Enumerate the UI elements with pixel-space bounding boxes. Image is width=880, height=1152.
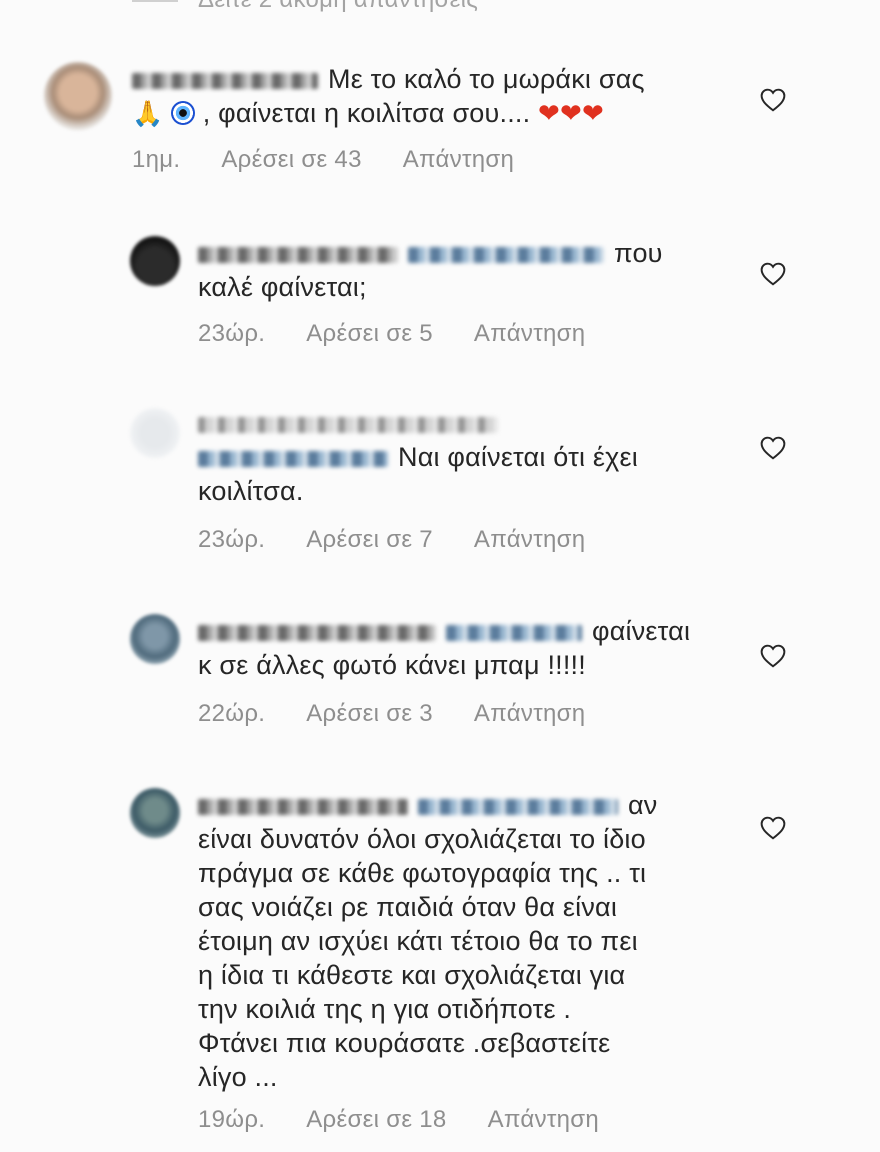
pray-emoji: 🙏 bbox=[132, 100, 164, 128]
nazar-emoji bbox=[171, 101, 196, 125]
reply-button[interactable]: Απάντηση bbox=[474, 526, 586, 554]
comment-time: 22ώρ. bbox=[198, 700, 266, 727]
comment-text-line: Φτάνει πια κουράσατε .σεβαστείτε bbox=[198, 1028, 611, 1058]
comment-meta: 19ώρ. Αρέσει σε 18 Απάντηση bbox=[198, 1106, 599, 1134]
avatar[interactable] bbox=[130, 236, 180, 286]
comment-text-line2: καλέ φαίνεται; bbox=[198, 272, 367, 302]
comment-text-line: λίγο ... bbox=[198, 1062, 278, 1092]
comment-time: 23ώρ. bbox=[198, 526, 266, 553]
comment-text-line2: κοιλίτσα. bbox=[198, 476, 304, 506]
username-blurred[interactable] bbox=[198, 246, 398, 263]
comment-text: που bbox=[198, 236, 738, 270]
comment: Με το καλό το μωράκι σας 🙏 , φαίνεται η … bbox=[132, 62, 732, 131]
likes-count[interactable]: Αρέσει σε 18 bbox=[306, 1106, 446, 1134]
reply-button[interactable]: Απάντηση bbox=[403, 146, 515, 174]
comment: φαίνεται κ σε άλλες φωτό κάνει μπαμ !!!!… bbox=[198, 614, 738, 682]
comment-time: 23ώρ. bbox=[198, 320, 266, 347]
likes-count[interactable]: Αρέσει σε 3 bbox=[306, 700, 433, 728]
like-heart-icon[interactable] bbox=[760, 644, 786, 668]
heart-emoji: ❤ bbox=[582, 98, 604, 128]
comment-text-line: σας νοιάζει ρε παιδιά όταν θα είναι bbox=[198, 892, 618, 922]
comment-meta: 23ώρ. Αρέσει σε 5 Απάντηση bbox=[198, 320, 585, 348]
comment-text-line: την κοιλιά της η για οτιδήποτε . bbox=[198, 994, 572, 1024]
comment-text: Ναι φαίνεται ότι έχει bbox=[198, 440, 738, 474]
comment-time: 1ημ. bbox=[132, 146, 181, 173]
comment-text-line: είναι δυνατόν όλοι σχολιάζεται το ίδιο bbox=[198, 824, 646, 854]
like-heart-icon[interactable] bbox=[760, 816, 786, 840]
comment-text-line: πράγμα σε κάθε φωτογραφία της .. τι bbox=[198, 858, 647, 888]
comment-text-line2: 🙏 , φαίνεται η κοιλίτσα σου.... ❤❤❤ bbox=[132, 98, 604, 128]
avatar[interactable] bbox=[44, 62, 112, 130]
comment-text-line2: κ σε άλλες φωτό κάνει μπαμ !!!!! bbox=[198, 650, 586, 680]
comment-time: 19ώρ. bbox=[198, 1106, 266, 1133]
like-heart-icon[interactable] bbox=[760, 436, 786, 460]
thread-line bbox=[132, 0, 178, 2]
comment-username-line bbox=[198, 406, 738, 440]
comment: Ναι φαίνεται ότι έχει κοιλίτσα. bbox=[198, 406, 738, 508]
likes-count[interactable]: Αρέσει σε 7 bbox=[306, 526, 433, 554]
heart-emoji: ❤ bbox=[560, 98, 582, 128]
like-heart-icon[interactable] bbox=[760, 262, 786, 286]
reply-button[interactable]: Απάντηση bbox=[474, 320, 586, 348]
comment-text: φαίνεται bbox=[198, 614, 738, 648]
username-blurred[interactable] bbox=[132, 72, 318, 89]
likes-count[interactable]: Αρέσει σε 5 bbox=[306, 320, 433, 348]
comment-text-line: έτοιμη αν ισχύει κάτι τέτοιο θα το πει bbox=[198, 926, 638, 956]
comment-text: Με το καλό το μωράκι σας bbox=[132, 62, 732, 96]
username-mention-blurred[interactable] bbox=[408, 246, 604, 263]
reply-button[interactable]: Απάντηση bbox=[474, 700, 586, 728]
username-blurred[interactable] bbox=[198, 416, 498, 433]
view-more-replies-link[interactable]: Δείτε 2 ακόμη απαντήσεις bbox=[198, 0, 478, 14]
comment-meta: 22ώρ. Αρέσει σε 3 Απάντηση bbox=[198, 700, 585, 728]
username-mention-blurred[interactable] bbox=[198, 450, 388, 467]
username-mention-blurred[interactable] bbox=[418, 798, 618, 815]
like-heart-icon[interactable] bbox=[760, 88, 786, 112]
username-blurred[interactable] bbox=[198, 798, 408, 815]
comment-text-line: η ίδια τι κάθεστε και σχολιάζεται για bbox=[198, 960, 626, 990]
comment-meta: 23ώρ. Αρέσει σε 7 Απάντηση bbox=[198, 526, 585, 554]
likes-count[interactable]: Αρέσει σε 43 bbox=[221, 146, 361, 174]
username-blurred[interactable] bbox=[198, 624, 436, 641]
reply-button[interactable]: Απάντηση bbox=[488, 1106, 600, 1134]
comment: αν είναι δυνατόν όλοι σχολιάζεται το ίδι… bbox=[198, 788, 738, 1094]
avatar[interactable] bbox=[130, 614, 180, 664]
comment-text: αν bbox=[198, 788, 738, 822]
avatar[interactable] bbox=[130, 408, 180, 458]
comment: που καλέ φαίνεται; bbox=[198, 236, 738, 304]
comment-meta: 1ημ. Αρέσει σε 43 Απάντηση bbox=[132, 146, 514, 174]
heart-emoji: ❤ bbox=[538, 98, 560, 128]
username-mention-blurred[interactable] bbox=[446, 624, 582, 641]
avatar[interactable] bbox=[130, 788, 180, 838]
